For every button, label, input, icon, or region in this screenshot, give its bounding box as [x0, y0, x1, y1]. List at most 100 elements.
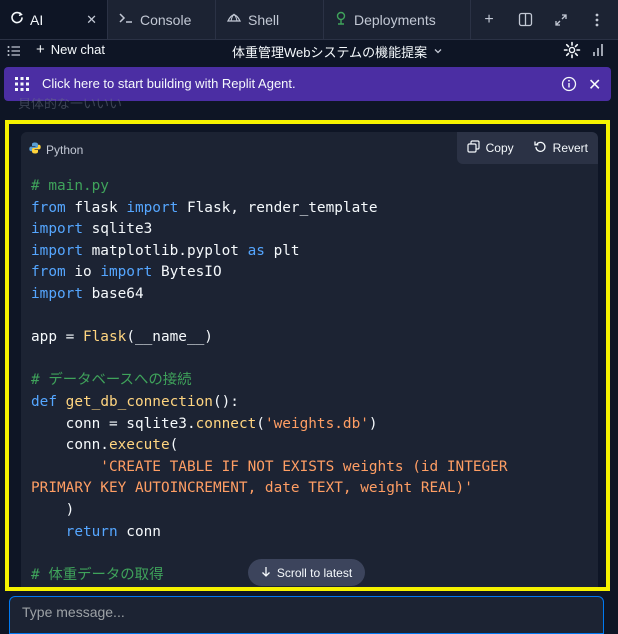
code-line: ): [31, 500, 508, 522]
code-token: base64: [82, 285, 144, 302]
message-input[interactable]: [10, 597, 603, 633]
tab-console[interactable]: Console: [108, 0, 216, 39]
agent-banner[interactable]: Click here to start building with Replit…: [4, 67, 611, 101]
code-token: return: [65, 523, 118, 540]
code-token: (: [256, 415, 265, 432]
tab-label: Console: [140, 11, 192, 28]
code-line: from flask import Flask, render_template: [31, 198, 508, 220]
chat-title: 体重管理Webシステムの機能提案: [232, 45, 428, 60]
add-tab-icon[interactable]: +: [471, 0, 507, 40]
tab-label: Deployments: [354, 11, 436, 28]
tab-deployments[interactable]: Deployments: [324, 0, 471, 39]
code-language-label: Python: [46, 142, 84, 157]
python-icon: [29, 142, 41, 157]
code-line: # データベースへの接続: [31, 370, 508, 392]
code-content: # main.py from flask import Flask, render…: [31, 176, 508, 591]
code-token: # main.py: [31, 178, 109, 194]
chat-title-dropdown[interactable]: 体重管理Webシステムの機能提案: [232, 42, 443, 61]
more-icon[interactable]: [579, 0, 615, 40]
revert-label: Revert: [552, 141, 588, 155]
replit-ai-icon: [10, 11, 24, 28]
previous-message-text: 貝体的な一いいい: [18, 98, 123, 110]
code-token: ():: [212, 393, 239, 410]
code-token: get_weights: [66, 588, 161, 591]
chevron-down-icon: [433, 44, 443, 59]
chat-header: + New chat 体重管理Webシステムの機能提案: [0, 40, 618, 62]
code-token: import: [100, 264, 153, 281]
chat-list-icon[interactable]: [7, 44, 21, 62]
code-token: conn = sqlite3.: [31, 415, 196, 432]
code-line: return conn: [31, 522, 508, 544]
code-line: def get_db_connection():: [31, 392, 508, 414]
code-token: plt: [264, 242, 300, 259]
code-token: # データベースへの接続: [31, 372, 192, 389]
revert-button[interactable]: Revert: [524, 132, 598, 164]
code-token: BytesIO: [152, 264, 222, 281]
tab-label: AI: [30, 11, 44, 28]
scroll-to-latest-label: Scroll to latest: [276, 565, 353, 580]
code-token: app =: [31, 329, 83, 346]
code-token: import: [31, 221, 83, 238]
tab-bar: AI ✕ Console Shell Deployments +: [0, 0, 618, 40]
code-line: import matplotlib.pyplot as plt: [31, 241, 508, 263]
code-token: matplotlib.pyplot: [82, 242, 248, 259]
code-line: conn = sqlite3.connect('weights.db'): [31, 414, 508, 436]
code-token: execute: [108, 437, 170, 454]
new-chat-button[interactable]: + New chat: [36, 40, 105, 58]
code-token: from: [31, 264, 66, 281]
code-token: ():: [161, 588, 187, 591]
gear-icon[interactable]: [563, 41, 581, 64]
code-line: import base64: [31, 284, 508, 306]
code-token: as: [247, 242, 265, 259]
copy-icon: [467, 140, 480, 156]
arrow-down-icon: [261, 566, 271, 580]
tab-shell[interactable]: Shell: [216, 0, 324, 39]
code-token: get_db_connection: [65, 393, 213, 410]
usage-chart-icon[interactable]: [592, 43, 604, 62]
code-line: app = Flask(__name__): [31, 327, 508, 349]
plus-icon: +: [36, 40, 45, 58]
code-line: # main.py: [31, 176, 508, 198]
deployments-icon: [334, 11, 348, 28]
code-token: import: [31, 242, 83, 259]
code-token: Flask, render_template: [178, 199, 378, 216]
code-token: Flask: [82, 329, 127, 346]
replit-agent-icon: [14, 76, 30, 97]
code-token: ): [368, 415, 378, 432]
code-token: 'CREATE TABLE IF NOT EXISTS weights (id …: [31, 458, 508, 475]
code-line: 'CREATE TABLE IF NOT EXISTS weights (id …: [31, 457, 508, 479]
highlighted-code-region: Python Copy Revert # main.py from flask i…: [5, 120, 610, 591]
code-token: # 体重データの取得: [31, 566, 164, 583]
code-token: ): [31, 501, 75, 518]
code-line: import sqlite3: [31, 219, 508, 241]
code-line: PRIMARY KEY AUTOINCREMENT, date TEXT, we…: [31, 478, 508, 500]
code-token: conn.: [31, 437, 109, 454]
code-token: 'weights.db': [264, 415, 369, 432]
close-banner-icon[interactable]: ✕: [588, 75, 601, 95]
scroll-to-latest-button[interactable]: Scroll to latest: [248, 559, 365, 586]
revert-icon: [534, 140, 547, 156]
tab-ai[interactable]: AI ✕: [0, 0, 108, 39]
code-token: (: [169, 437, 179, 454]
code-token: from: [31, 199, 66, 216]
shell-icon: [226, 11, 242, 28]
copy-button[interactable]: Copy: [457, 132, 524, 164]
code-token: PRIMARY KEY AUTOINCREMENT, date TEXT, we…: [31, 480, 473, 497]
split-pane-icon[interactable]: [507, 0, 543, 40]
close-tab-icon[interactable]: ✕: [86, 12, 97, 28]
new-chat-label: New chat: [50, 42, 105, 57]
code-token: def: [31, 588, 57, 591]
code-token: conn: [117, 523, 161, 540]
tab-actions: +: [471, 0, 615, 39]
message-input-box: [9, 596, 604, 634]
expand-icon[interactable]: [543, 0, 579, 40]
code-block-header: Python Copy Revert: [21, 132, 598, 164]
code-actions: Copy Revert: [456, 132, 598, 164]
code-line: conn.execute(: [31, 435, 508, 457]
info-icon[interactable]: [561, 76, 577, 97]
